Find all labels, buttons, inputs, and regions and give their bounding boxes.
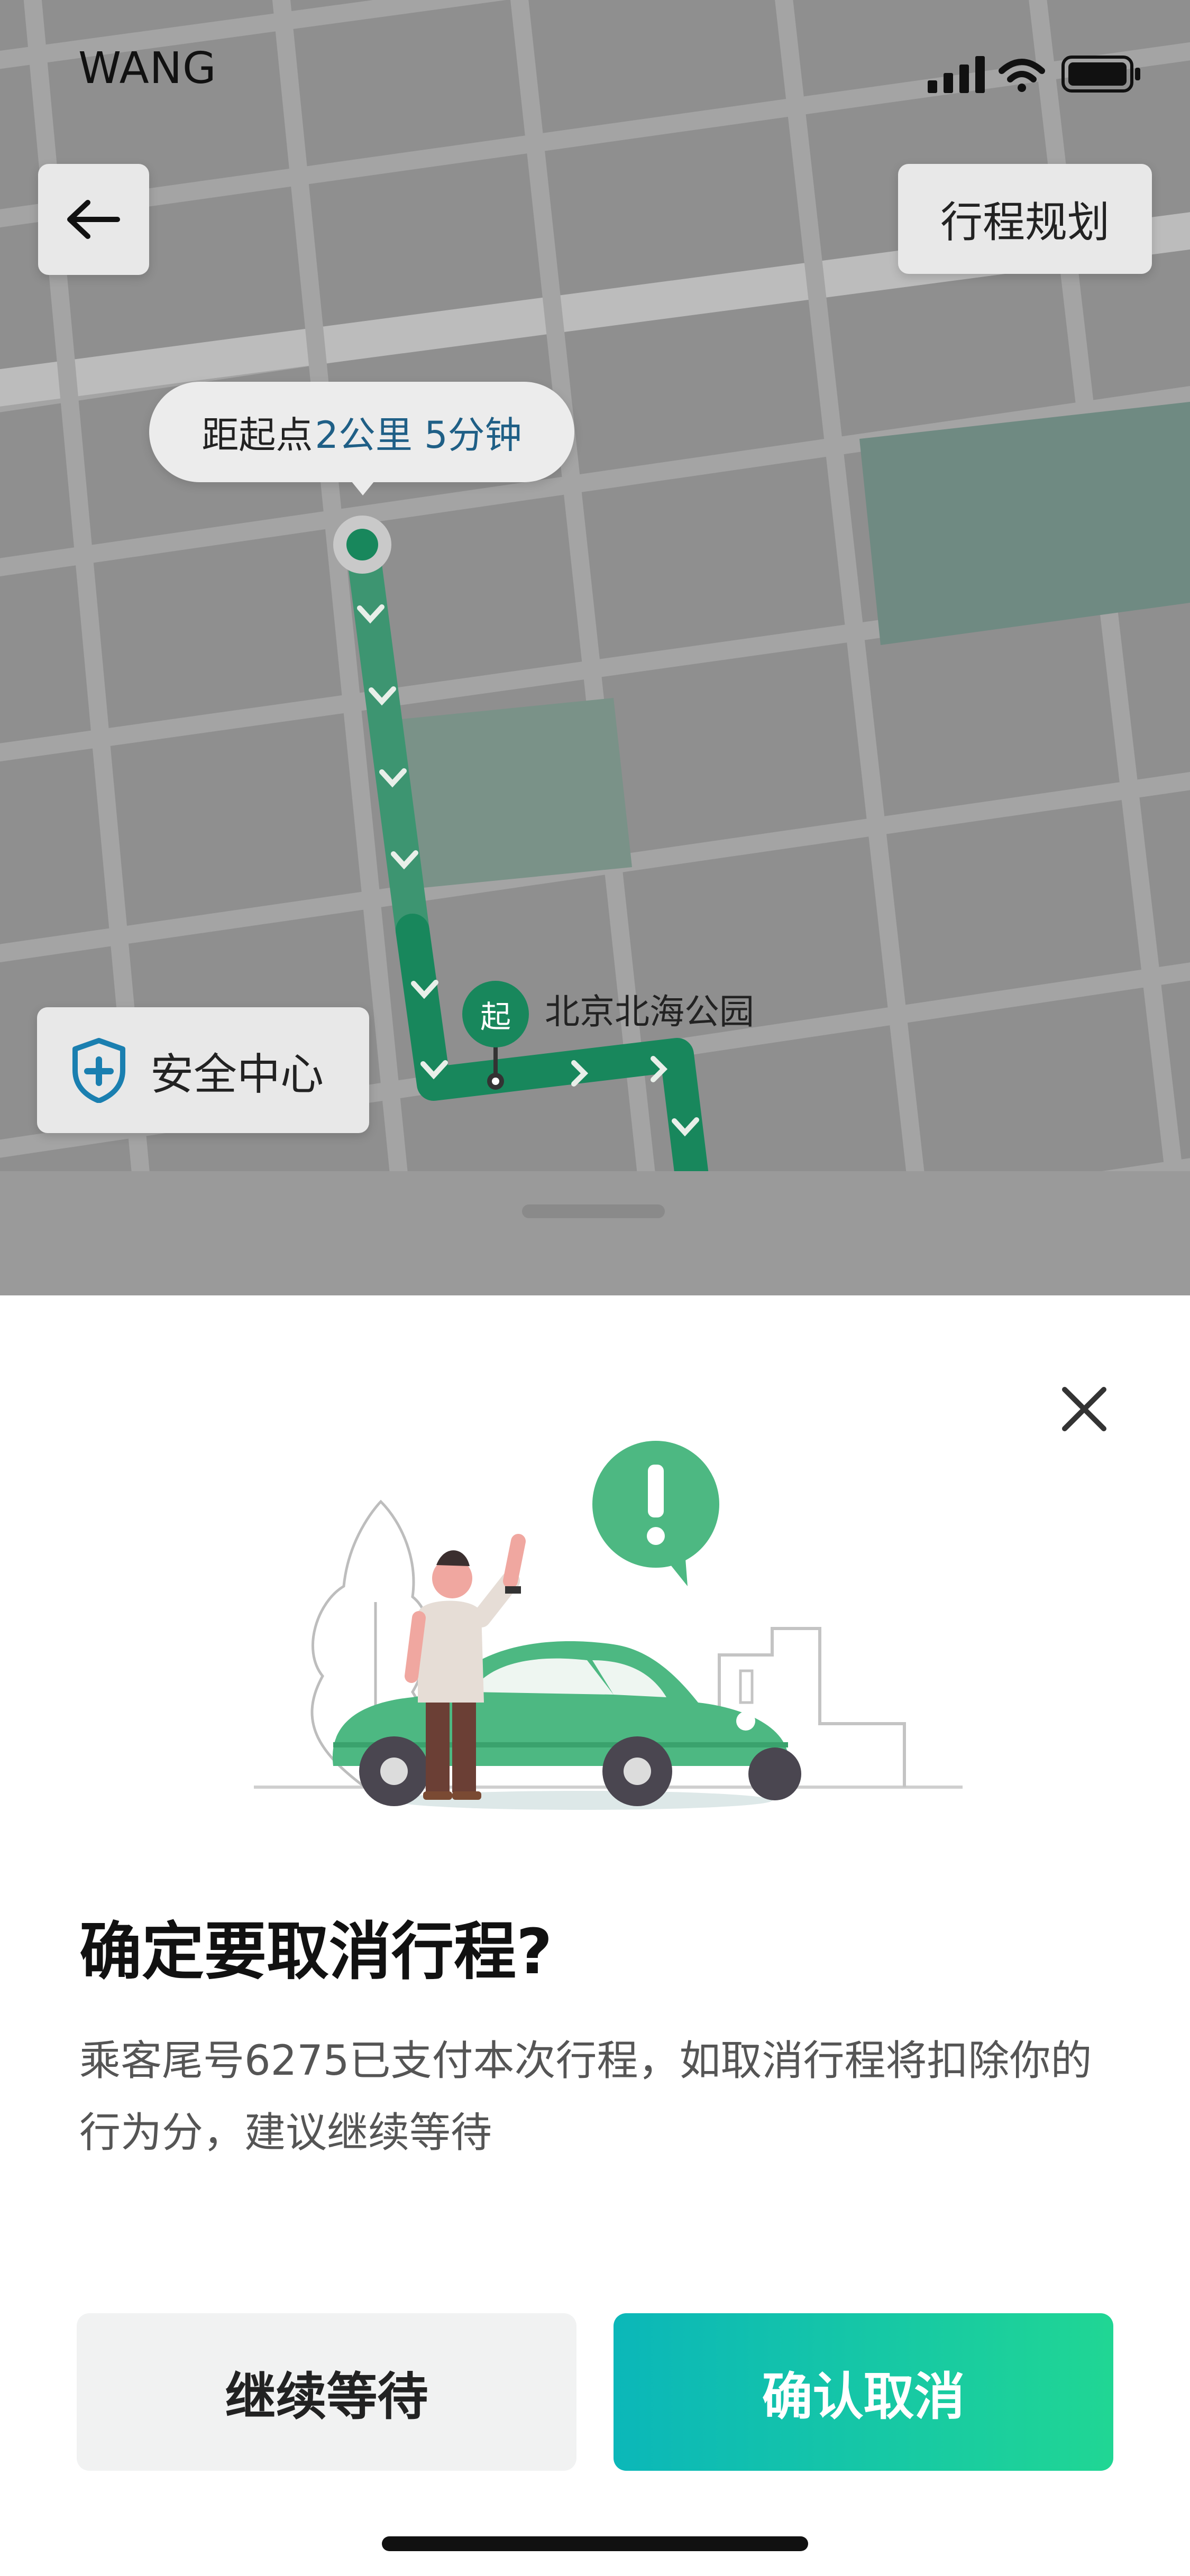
signal-icon — [928, 56, 985, 93]
distance-prefix: 距起点 — [202, 413, 313, 457]
continue-waiting-button[interactable]: 继续等待 — [77, 2313, 576, 2471]
destination-label: 北京北海公园 — [545, 991, 754, 1032]
distance-highlight: 2公里 5分钟 — [315, 413, 522, 457]
trip-plan-button[interactable]: 行程规划 — [898, 164, 1152, 274]
back-button[interactable] — [38, 164, 149, 275]
bottom-panel-peek — [0, 1171, 1190, 1295]
driver-car-illustration — [243, 1428, 973, 1832]
home-indicator — [382, 2536, 808, 2551]
start-marker-label: 起 — [480, 999, 511, 1035]
close-button[interactable] — [1052, 1377, 1116, 1441]
status-icons — [928, 53, 1145, 97]
bubble-tail — [349, 479, 377, 495]
close-icon — [1062, 1387, 1106, 1431]
battery-icon — [1061, 56, 1140, 93]
confirm-cancel-button[interactable]: 确认取消 — [614, 2313, 1113, 2471]
shield-icon — [72, 1038, 125, 1103]
drag-handle[interactable] — [522, 1204, 665, 1218]
carrier-name: WANG — [78, 43, 217, 94]
distance-bubble: 距起点 2公里 5分钟 — [149, 382, 574, 482]
safety-center-button[interactable]: 安全中心 — [37, 1007, 369, 1133]
dialog-message: 乘客尾号6275已支付本次行程，如取消行程将扣除你的行为分，建议继续等待 — [79, 2037, 1092, 2157]
arrow-left-icon — [67, 200, 120, 239]
dialog-title: 确定要取消行程? — [79, 1915, 553, 1988]
start-marker: 起 — [462, 981, 529, 1047]
safety-center-label: 安全中心 — [150, 1049, 324, 1100]
cancel-trip-dialog: 确定要取消行程? 乘客尾号6275已支付本次行程，如取消行程将扣除你的行为分，建… — [0, 1295, 1190, 2576]
wifi-icon — [999, 59, 1045, 92]
